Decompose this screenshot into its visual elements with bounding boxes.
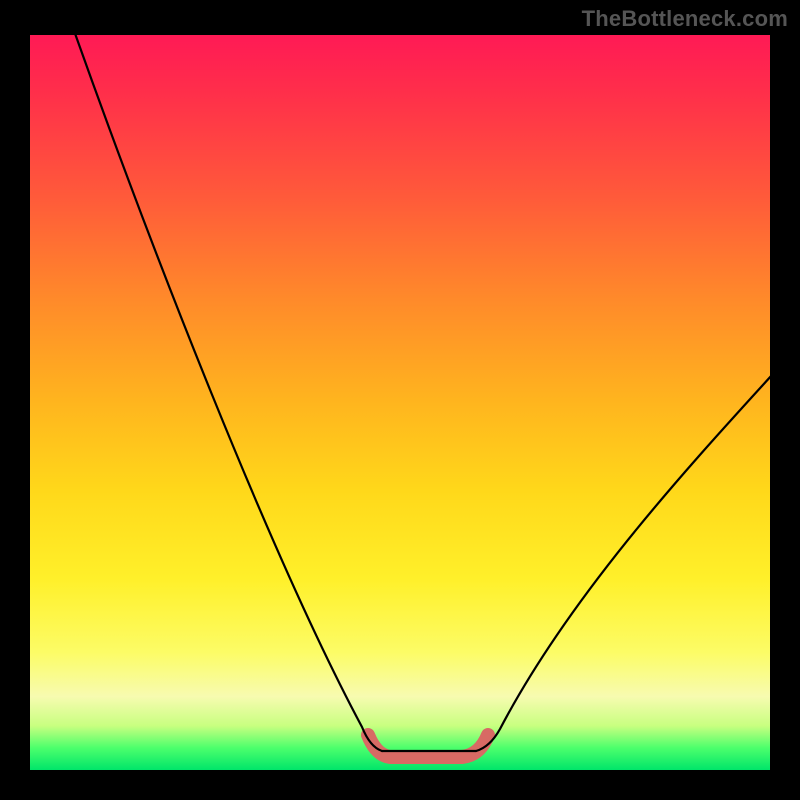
curve-left-limb [72, 35, 382, 751]
watermark-text: TheBottleneck.com [582, 6, 788, 32]
curve-right-limb [476, 375, 770, 751]
chart-frame: TheBottleneck.com [0, 0, 800, 800]
valley-marker-stroke [368, 735, 488, 757]
chart-svg [30, 35, 770, 770]
plot-area [30, 35, 770, 770]
